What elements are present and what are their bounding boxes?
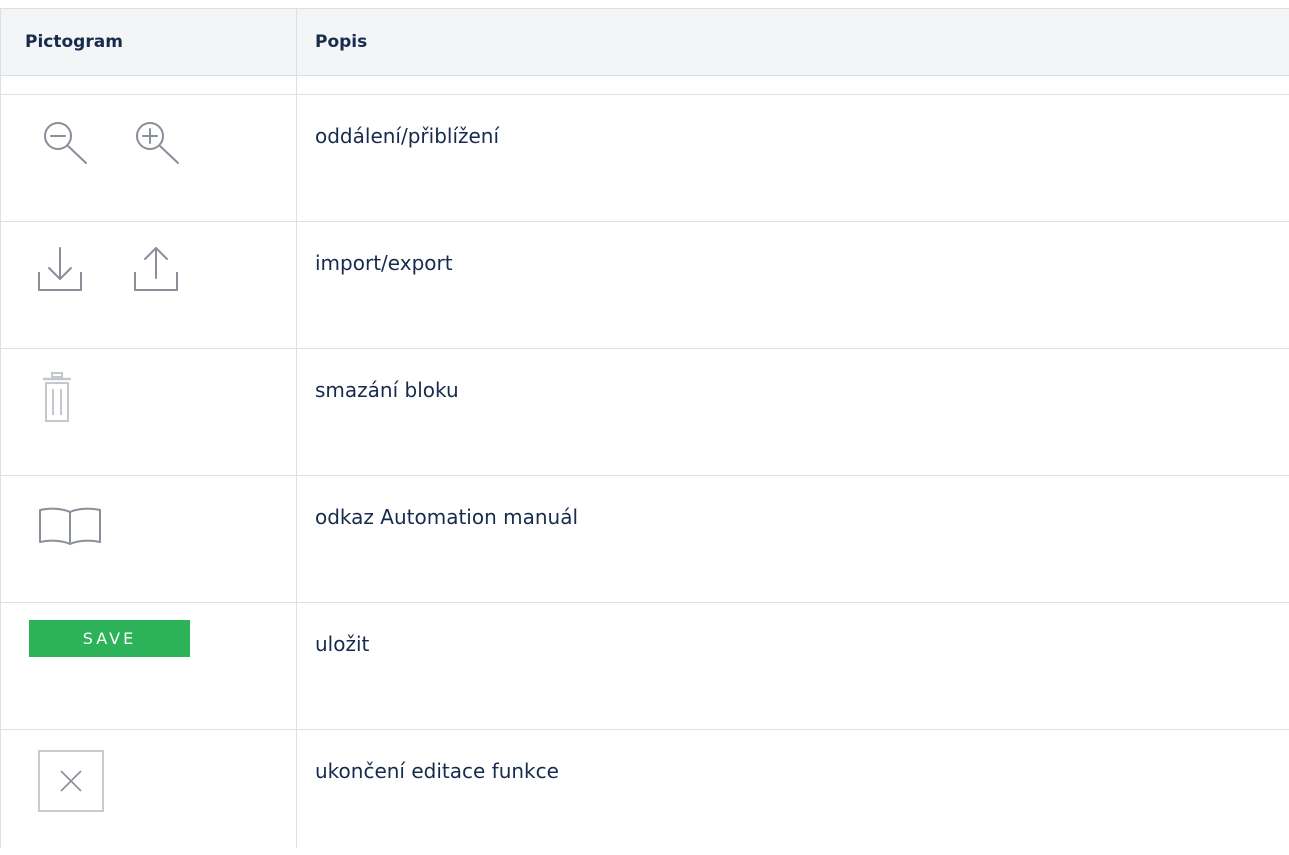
- trash-icon[interactable]: [41, 371, 73, 425]
- pictogram-cell: [0, 94, 297, 222]
- pictogram-cell: [0, 221, 297, 349]
- pictogram-cell: [0, 729, 297, 848]
- pictogram-cell: [0, 475, 297, 603]
- table-row: smazání bloku: [0, 348, 1289, 476]
- zoom-out-icon[interactable]: [41, 119, 91, 167]
- document-frame: Pictogram Popis oddálení/přiblížení impo…: [0, 8, 1289, 855]
- header-popis: Popis: [296, 8, 1289, 76]
- zoom-in-icon[interactable]: [133, 119, 183, 167]
- header-pictogram: Pictogram: [0, 8, 297, 76]
- table-spacer-row: [0, 75, 1289, 95]
- close-button[interactable]: [38, 750, 104, 812]
- description-text: uložit: [315, 632, 370, 656]
- pictogram-cell: [0, 348, 297, 476]
- description-text: odkaz Automation manuál: [315, 505, 579, 529]
- table-row: import/export: [0, 221, 1289, 349]
- description-text: import/export: [315, 251, 453, 275]
- table-row: odkaz Automation manuál: [0, 475, 1289, 603]
- description-cell: oddálení/přiblížení: [296, 94, 1289, 222]
- description-cell: smazání bloku: [296, 348, 1289, 476]
- description-text: oddálení/přiblížení: [315, 124, 500, 148]
- import-icon[interactable]: [37, 246, 83, 296]
- description-text: ukončení editace funkce: [315, 759, 559, 783]
- close-icon: [60, 770, 82, 792]
- pictogram-table: Pictogram Popis oddálení/přiblížení impo…: [0, 8, 1289, 848]
- table-row: SAVE uložit: [0, 602, 1289, 730]
- save-button[interactable]: SAVE: [29, 620, 190, 657]
- description-cell: import/export: [296, 221, 1289, 349]
- book-icon[interactable]: [37, 506, 103, 548]
- description-cell: odkaz Automation manuál: [296, 475, 1289, 603]
- description-cell: uložit: [296, 602, 1289, 730]
- table-header-row: Pictogram Popis: [0, 8, 1289, 76]
- pictogram-cell: SAVE: [0, 602, 297, 730]
- description-cell: ukončení editace funkce: [296, 729, 1289, 848]
- export-icon[interactable]: [133, 244, 179, 296]
- table-row: ukončení editace funkce: [0, 729, 1289, 848]
- table-row: oddálení/přiblížení: [0, 94, 1289, 222]
- description-text: smazání bloku: [315, 378, 459, 402]
